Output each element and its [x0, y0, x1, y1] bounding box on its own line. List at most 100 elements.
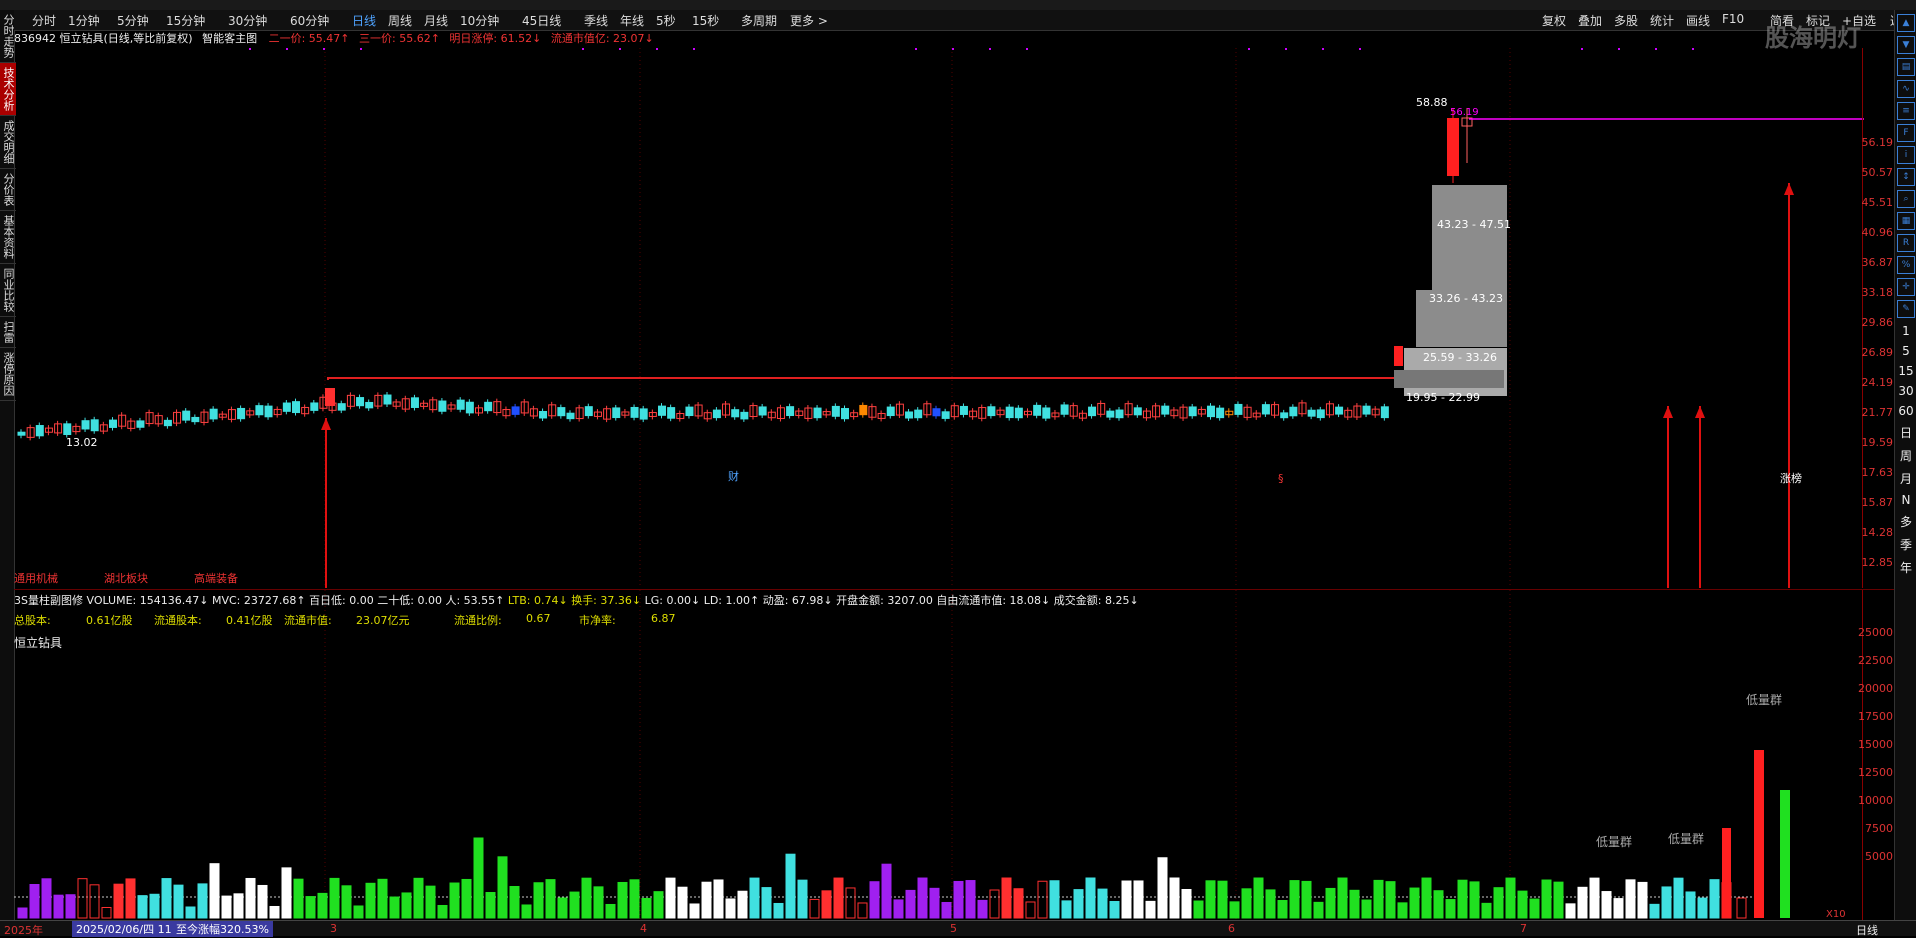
- candle: [35, 425, 44, 437]
- period-tab[interactable]: 日线: [352, 12, 376, 29]
- period-multi[interactable]: 多: [1895, 513, 1916, 530]
- period-tab[interactable]: 1分钟: [68, 12, 100, 29]
- period-5[interactable]: 5: [1895, 344, 1916, 358]
- rsi-icon[interactable]: R: [1897, 234, 1915, 252]
- period-30[interactable]: 30: [1895, 384, 1916, 398]
- period-tab[interactable]: 5分钟: [117, 12, 149, 29]
- volume-bar: [617, 881, 628, 919]
- period-tab[interactable]: 10分钟: [460, 12, 499, 29]
- crosshair-icon[interactable]: ✛: [1897, 278, 1915, 296]
- toolbar-button[interactable]: 多股: [1614, 12, 1638, 29]
- indicator-name[interactable]: 智能客主图: [202, 32, 257, 45]
- volume-bar: [1037, 880, 1048, 919]
- period-tab[interactable]: 45日线: [522, 12, 561, 29]
- period-15[interactable]: 15: [1895, 364, 1916, 378]
- price-p2: 三一价: 55.62↑: [359, 32, 440, 45]
- volume-bar: [1361, 899, 1372, 919]
- candle: [1060, 404, 1069, 415]
- period-tab[interactable]: 5秒: [656, 12, 676, 29]
- volume-bar: [977, 899, 988, 919]
- layout-icon[interactable]: ▦: [1897, 212, 1915, 230]
- candle: [511, 406, 520, 415]
- period-week[interactable]: 周: [1895, 447, 1916, 464]
- period-tab[interactable]: 30分钟: [228, 12, 267, 29]
- candle: [182, 410, 191, 421]
- volume-chart[interactable]: 低量群 低量群低量群: [14, 590, 1864, 920]
- period-tab[interactable]: 60分钟: [290, 12, 329, 29]
- percent-icon[interactable]: %: [1897, 256, 1915, 274]
- f10-icon[interactable]: F: [1897, 124, 1915, 142]
- chart-icon[interactable]: ▤: [1897, 58, 1915, 76]
- period-day[interactable]: 日: [1895, 424, 1916, 441]
- volume-bar: [845, 887, 856, 919]
- volume-bar: [389, 896, 400, 919]
- search-icon[interactable]: ⌕: [1897, 190, 1915, 208]
- candlestick-chart[interactable]: 58.8856.19 13.02 43.23 - 47.51 33.26 - 43.2…: [14, 48, 1864, 588]
- price-p3: 明日涨停: 61.52↓: [449, 32, 542, 45]
- period-tab[interactable]: 月线: [424, 12, 448, 29]
- volume-bar: [449, 882, 460, 919]
- toolbar-button[interactable]: F10: [1722, 12, 1744, 26]
- candle: [310, 402, 319, 411]
- toolbar-button[interactable]: 叠加: [1578, 12, 1602, 29]
- volume-bar: [605, 903, 616, 919]
- period-tab[interactable]: 周线: [388, 12, 412, 29]
- signal-dot: [323, 48, 325, 50]
- pen-icon[interactable]: ✎: [1897, 300, 1915, 318]
- scroll-up-icon[interactable]: ▲: [1897, 14, 1915, 32]
- volume-bar: [1637, 881, 1648, 919]
- toolbar-button[interactable]: 画线: [1686, 12, 1710, 29]
- info-icon[interactable]: i: [1897, 146, 1915, 164]
- period-tab[interactable]: 年线: [620, 12, 644, 29]
- volume-bar: [689, 903, 700, 919]
- period-tab[interactable]: 季线: [584, 12, 608, 29]
- compare-icon[interactable]: ≡: [1897, 102, 1915, 120]
- price-tick: 17.63: [1861, 466, 1894, 479]
- arrow-head: [321, 418, 331, 430]
- period-month[interactable]: 月: [1895, 470, 1916, 487]
- period-n[interactable]: N: [1895, 493, 1916, 507]
- candle: [1106, 410, 1115, 418]
- volume-bar: [1013, 888, 1024, 919]
- volume-bar: [1061, 900, 1072, 919]
- period-toolbar: 分时 1分钟 5分钟 15分钟 30分钟 60分钟 日线 周线 月线 10分钟 45日线 季线 年线 5秒…: [14, 10, 1914, 31]
- signal-dot: [1581, 48, 1583, 50]
- price-axis: 56.19 50.57 45.51 40.96 36.87 33.18 29.86 26.89…: [1862, 48, 1895, 588]
- volume-bar: [737, 890, 748, 919]
- concept-tag[interactable]: 通用机械: [14, 570, 58, 586]
- volume-bar: [125, 878, 136, 919]
- period-tab[interactable]: 分时: [32, 12, 56, 29]
- candle: [484, 401, 493, 412]
- scroll-down-icon[interactable]: ▼: [1897, 36, 1915, 54]
- period-year[interactable]: 年: [1895, 559, 1916, 576]
- volume-bar: [1661, 886, 1672, 919]
- volume-tick: 25000: [1858, 626, 1893, 639]
- period-1[interactable]: 1: [1895, 324, 1916, 338]
- price-tick: 15.87: [1861, 496, 1894, 509]
- volume-bar: [989, 889, 1000, 919]
- toolbar-button[interactable]: 统计: [1650, 12, 1674, 29]
- volume-bar: [1685, 891, 1696, 919]
- volume-bar: [869, 881, 880, 919]
- arrow-head: [1695, 406, 1705, 418]
- period-tab[interactable]: 15分钟: [166, 12, 205, 29]
- sort-icon[interactable]: ↕: [1897, 168, 1915, 186]
- volume-bar: [425, 885, 436, 919]
- signal-dot: [1655, 48, 1657, 50]
- candle: [1289, 406, 1298, 417]
- volume-bar: [1349, 889, 1360, 919]
- concept-tag[interactable]: 湖北板块: [104, 570, 148, 586]
- period-tab[interactable]: 更多 >: [790, 12, 828, 29]
- volume-bar: [1277, 900, 1288, 919]
- candle: [859, 404, 868, 416]
- volume-bar: [293, 878, 304, 919]
- volume-bar: [941, 901, 952, 919]
- period-tab[interactable]: 15秒: [692, 12, 719, 29]
- period-season[interactable]: 季: [1895, 536, 1916, 553]
- period-60[interactable]: 60: [1895, 404, 1916, 418]
- toolbar-button[interactable]: 复权: [1542, 12, 1566, 29]
- volume-bar: [773, 902, 784, 919]
- kline-icon[interactable]: ∿: [1897, 80, 1915, 98]
- period-tab[interactable]: 多周期: [741, 12, 777, 29]
- concept-tag[interactable]: 高端装备: [194, 570, 238, 586]
